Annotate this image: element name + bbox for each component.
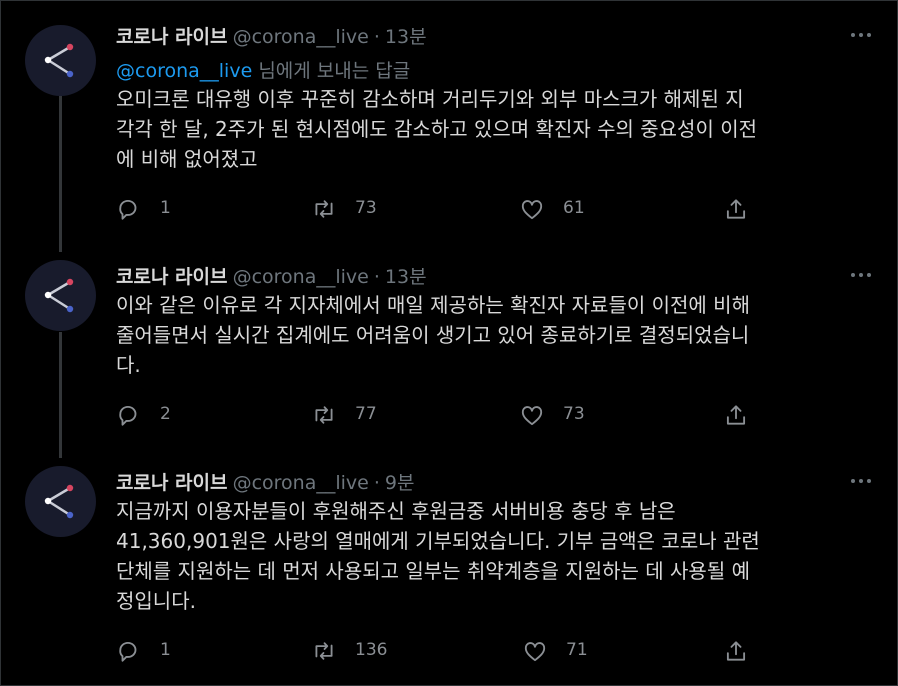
user-handle[interactable]: @corona__live (233, 266, 369, 288)
timestamp[interactable]: 13분 (385, 266, 427, 288)
share-upload-icon (726, 641, 746, 661)
like-button[interactable]: 61 (519, 196, 599, 222)
retweet-button[interactable]: 136 (311, 638, 401, 664)
tweet-actions: 2 77 73 (116, 402, 756, 428)
like-count: 61 (563, 198, 585, 218)
like-count: 71 (566, 640, 588, 660)
retweet-count: 136 (355, 640, 388, 660)
user-handle[interactable]: @corona__live (233, 472, 369, 494)
tweet-text-line: 단체를 지원하는 데 먼저 사용되고 일부는 취약계층을 지원하는 데 사용될 … (116, 559, 750, 583)
tweet-text-line: 각각 한 달, 2주가 된 현시점에도 감소하고 있으며 확진자 수의 중요성이… (116, 117, 758, 141)
reply-context: @corona__live 님에게 보내는 답글 (116, 56, 410, 83)
reply-mention-link[interactable]: @corona__live (116, 60, 252, 82)
retweet-button[interactable]: 73 (311, 196, 391, 222)
separator-dot: · (373, 472, 380, 494)
reply-bubble-icon (119, 641, 137, 662)
timestamp[interactable]: 13분 (385, 26, 427, 48)
share-upload-icon (726, 199, 746, 219)
more-dots-icon[interactable] (848, 471, 874, 491)
tweet-text-line: 정입니다. (116, 589, 196, 613)
heart-icon (524, 642, 546, 662)
timestamp[interactable]: 9분 (385, 472, 415, 494)
tweet-text-line: 41,360,901원은 사랑의 열매에게 기부되었습니다. 기부 금액은 코로… (116, 529, 760, 553)
network-share-icon (44, 278, 74, 313)
like-count: 73 (563, 404, 585, 424)
reply-bubble-icon (119, 405, 137, 426)
tweet-header: 코로나 라이브 @corona__live · 13분 (116, 22, 427, 50)
display-name[interactable]: 코로나 라이브 (116, 472, 228, 494)
tweet[interactable]: 코로나 라이브 @corona__live · 13분 이와 같은 이유로 각 지자… (0, 260, 898, 440)
reply-button[interactable]: 1 (116, 196, 186, 222)
tweet-header: 코로나 라이브 @corona__live · 13분 (116, 262, 427, 290)
tweet-text-line: 에 비해 없어졌고 (116, 147, 258, 171)
retweet-count: 77 (355, 404, 377, 424)
retweet-button[interactable]: 77 (311, 402, 391, 428)
display-name[interactable]: 코로나 라이브 (116, 266, 228, 288)
retweet-count: 73 (355, 198, 377, 218)
reply-bubble-icon (119, 199, 137, 220)
more-dots-icon[interactable] (848, 265, 874, 285)
more-dots-icon[interactable] (848, 25, 874, 45)
reply-button[interactable]: 1 (116, 638, 186, 664)
tweet-text-line: 줄어들면서 실시간 집계에도 어려움이 생기고 있어 종료하기로 결정되었습니 (116, 323, 750, 347)
share-button[interactable] (723, 196, 753, 222)
reply-count: 1 (160, 198, 171, 218)
tweet-actions: 1 136 71 (116, 638, 756, 664)
separator-dot: · (373, 266, 380, 288)
avatar[interactable] (25, 260, 96, 331)
reply-count: 2 (160, 404, 171, 424)
display-name[interactable]: 코로나 라이브 (116, 26, 228, 48)
tweet-header: 코로나 라이브 @corona__live · 9분 (116, 468, 414, 496)
heart-icon (521, 406, 543, 426)
tweet-text-line: 지금까지 이용자분들이 후원해주신 후원금중 서버비용 충당 후 남은 (116, 499, 676, 523)
heart-icon (521, 200, 543, 220)
network-share-icon (44, 43, 74, 78)
like-button[interactable]: 71 (522, 638, 602, 664)
reply-count: 1 (160, 640, 171, 660)
separator-dot: · (373, 26, 380, 48)
retweet-icon (315, 406, 333, 424)
avatar[interactable] (25, 25, 96, 96)
tweet[interactable]: 코로나 라이브 @corona__live · 9분 지금까지 이용자분들이 후원해… (0, 466, 898, 681)
avatar[interactable] (25, 466, 96, 537)
tweet-text-line: 오미크론 대유행 이후 꾸준히 감소하며 거리두기와 외부 마스크가 해제된 지 (116, 87, 744, 111)
tweet[interactable]: 코로나 라이브 @corona__live · 13분 @corona__live … (0, 20, 898, 235)
tweet-text: 이와 같은 이유로 각 지자체에서 매일 제공하는 확진자 자료들이 이전에 비… (116, 290, 750, 380)
tweet-text-line: 이와 같은 이유로 각 지자체에서 매일 제공하는 확진자 자료들이 이전에 비… (116, 293, 750, 317)
tweet-text: 지금까지 이용자분들이 후원해주신 후원금중 서버비용 충당 후 남은 41,3… (116, 496, 760, 616)
reply-button[interactable]: 2 (116, 402, 186, 428)
retweet-icon (315, 200, 333, 218)
tweet-actions: 1 73 61 (116, 196, 756, 222)
share-upload-icon (726, 405, 746, 425)
share-button[interactable] (723, 638, 753, 664)
network-share-icon (44, 484, 74, 519)
retweet-icon (315, 642, 333, 660)
reply-context-text: 님에게 보내는 답글 (258, 60, 411, 82)
like-button[interactable]: 73 (519, 402, 599, 428)
tweet-text: 오미크론 대유행 이후 꾸준히 감소하며 거리두기와 외부 마스크가 해제된 지… (116, 84, 757, 174)
user-handle[interactable]: @corona__live (233, 26, 369, 48)
tweet-text-line: 다. (116, 353, 141, 377)
share-button[interactable] (723, 402, 753, 428)
